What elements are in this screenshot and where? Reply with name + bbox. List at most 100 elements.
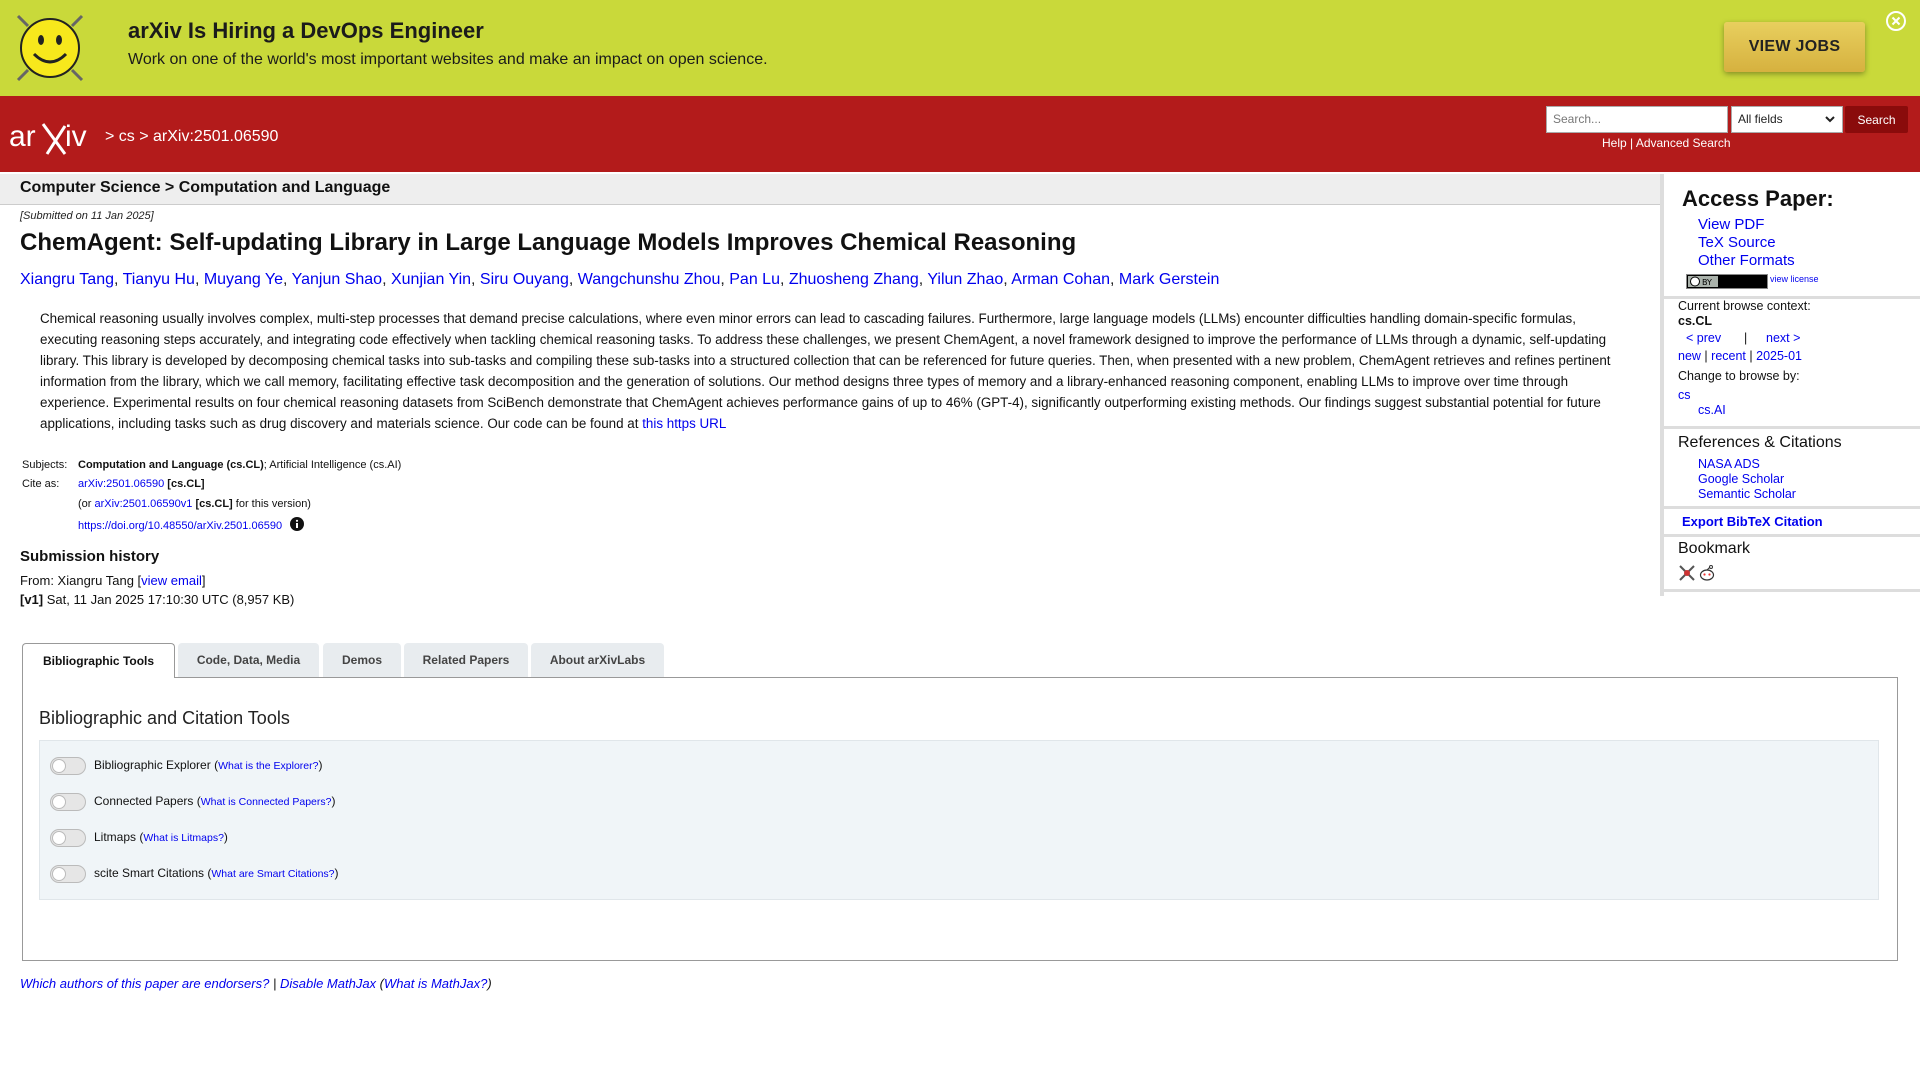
view-jobs-button[interactable]: VIEW JOBS [1724, 22, 1865, 72]
from-suffix: ] [201, 573, 206, 588]
info-icon[interactable] [290, 517, 305, 531]
tools-heading: Bibliographic and Citation Tools [39, 708, 290, 728]
view-pdf-link[interactable]: View PDF [1698, 216, 1764, 233]
tab-about-arxivlabs[interactable]: About arXivLabs [531, 643, 664, 677]
view-email-link[interactable]: view email [141, 573, 202, 588]
chevron-down-icon [1825, 116, 1835, 123]
category-bar: Computer Science > Computation and Langu… [0, 174, 1660, 205]
from-prefix: From: Xiangru Tang [ [20, 573, 142, 588]
nasa-ads-link[interactable]: NASA ADS [1698, 457, 1760, 471]
cite-category: [cs.CL] [167, 478, 205, 490]
smiley-logo-icon [16, 14, 84, 82]
author-list: Xiangru Tang, Tianyu Hu, Muyang Ye, Yanj… [20, 271, 1650, 289]
connected-papers-toggle[interactable] [50, 793, 86, 811]
browse-context-label: Current browse context: [1678, 299, 1811, 313]
litmaps-toggle[interactable] [50, 829, 86, 847]
author-link[interactable]: Yanjun Shao [292, 271, 382, 288]
author-link[interactable]: Pan Lu [729, 271, 780, 288]
search-button[interactable]: Search [1845, 106, 1908, 133]
arxiv-logo-icon[interactable]: ar iv [9, 118, 101, 158]
author-link[interactable]: Mark Gerstein [1119, 271, 1219, 288]
tex-source-link[interactable]: TeX Source [1698, 234, 1776, 251]
recent-link[interactable]: recent [1711, 349, 1746, 363]
google-scholar-link[interactable]: Google Scholar [1698, 472, 1784, 486]
abstract-url-link[interactable]: this https URL [642, 416, 726, 431]
separator: | [1704, 349, 1708, 363]
cc-by-license-icon[interactable]: BY [1686, 274, 1768, 289]
close-icon[interactable] [1886, 11, 1906, 31]
semantic-scholar-link[interactable]: Semantic Scholar [1698, 487, 1796, 501]
what-is-connected-papers-link[interactable]: What is Connected Papers? [201, 796, 332, 808]
separator: | [1744, 331, 1748, 345]
what-is-explorer-link[interactable]: What is the Explorer? [218, 760, 318, 772]
tool-label: Connected Papers [94, 794, 194, 809]
export-bibtex-link[interactable]: Export BibTeX Citation [1682, 514, 1823, 529]
bibsonomy-icon[interactable] [1678, 564, 1696, 582]
author-link[interactable]: Zhuosheng Zhang [789, 271, 919, 288]
author-separator: , [283, 271, 292, 288]
cite-version-link[interactable]: arXiv:2501.06590v1 [95, 498, 193, 510]
tab-related-papers[interactable]: Related Papers [404, 643, 528, 677]
browse-cs-link[interactable]: cs [1678, 388, 1691, 402]
search-input[interactable]: Search... [1546, 106, 1728, 133]
disable-mathjax-link[interactable]: Disable MathJax [280, 976, 376, 991]
author-separator: , [1109, 271, 1119, 288]
browse-context-value: cs.CL [1678, 314, 1713, 328]
reddit-icon[interactable] [1698, 564, 1716, 582]
what-is-litmaps-link[interactable]: What is Litmaps? [143, 832, 224, 844]
author-link[interactable]: Muyang Ye [204, 271, 283, 288]
explorer-toggle[interactable] [50, 757, 86, 775]
primary-subject: Computation and Language (cs.CL) [78, 459, 264, 471]
advanced-search-link[interactable]: Advanced Search [1636, 136, 1731, 150]
references-heading: References & Citations [1678, 434, 1842, 451]
author-separator: , [568, 271, 578, 288]
new-link[interactable]: new [1678, 349, 1701, 363]
tool-row-scite: scite Smart Citations (What are Smart Ci… [50, 865, 339, 883]
separator: | [1630, 136, 1634, 150]
doi-link[interactable]: https://doi.org/10.48550/arXiv.2501.0659… [78, 520, 282, 532]
abstract-text: Chemical reasoning usually involves comp… [40, 311, 1611, 431]
tool-label: Litmaps [94, 830, 137, 845]
tab-bibliographic-tools[interactable]: Bibliographic Tools [22, 643, 175, 678]
month-link[interactable]: 2025-01 [1756, 349, 1802, 363]
svg-text:BY: BY [1702, 278, 1712, 287]
scite-toggle[interactable] [50, 865, 86, 883]
breadcrumb[interactable]: > cs > arXiv:2501.06590 [105, 128, 278, 146]
abstract: Chemical reasoning usually involves comp… [40, 308, 1630, 434]
author-link[interactable]: Siru Ouyang [480, 271, 569, 288]
banner-subtitle: Work on one of the world's most importan… [128, 51, 768, 68]
browse-csai-link[interactable]: cs.AI [1698, 403, 1726, 417]
author-link[interactable]: Xunjian Yin [391, 271, 471, 288]
endorsers-link[interactable]: Which authors of this paper are endorser… [20, 976, 269, 991]
view-license-link[interactable]: view license [1770, 274, 1819, 284]
author-link[interactable]: Xiangru Tang [20, 271, 114, 288]
help-link[interactable]: Help [1602, 136, 1627, 150]
prev-link[interactable]: < prev [1686, 331, 1721, 345]
tab-code-data-media[interactable]: Code, Data, Media [178, 643, 319, 677]
tool-row-explorer: Bibliographic Explorer (What is the Expl… [50, 757, 322, 775]
search-field-select[interactable]: All fields [1731, 106, 1843, 133]
tools-list: Bibliographic Explorer (What is the Expl… [39, 740, 1879, 900]
author-link[interactable]: Yilun Zhao [927, 271, 1003, 288]
version-label: [v1] [20, 592, 44, 607]
tab-demos[interactable]: Demos [323, 643, 401, 677]
what-is-mathjax-link[interactable]: What is MathJax? [384, 976, 487, 991]
next-link[interactable]: next > [1766, 331, 1800, 345]
version-date: Sat, 11 Jan 2025 17:10:30 UTC (8,957 KB) [46, 592, 295, 607]
change-browse-label: Change to browse by: [1678, 369, 1800, 383]
what-are-smart-citations-link[interactable]: What are Smart Citations? [211, 868, 334, 880]
author-separator: , [720, 271, 730, 288]
author-separator: , [471, 271, 480, 288]
cite-id-link[interactable]: arXiv:2501.06590 [78, 478, 164, 490]
tool-row-litmaps: Litmaps (What is Litmaps?) [50, 829, 228, 847]
author-link[interactable]: Arman Cohan [1011, 271, 1110, 288]
separator: | [272, 976, 277, 991]
tool-row-connected-papers: Connected Papers (What is Connected Pape… [50, 793, 336, 811]
author-link[interactable]: Wangchunshu Zhou [578, 271, 721, 288]
separator: | [1749, 349, 1753, 363]
secondary-subject: ; Artificial Intelligence (cs.AI) [263, 459, 402, 471]
other-formats-link[interactable]: Other Formats [1698, 252, 1795, 269]
author-separator: , [194, 271, 204, 288]
svg-text:iv: iv [65, 120, 87, 153]
author-link[interactable]: Tianyu Hu [123, 271, 195, 288]
